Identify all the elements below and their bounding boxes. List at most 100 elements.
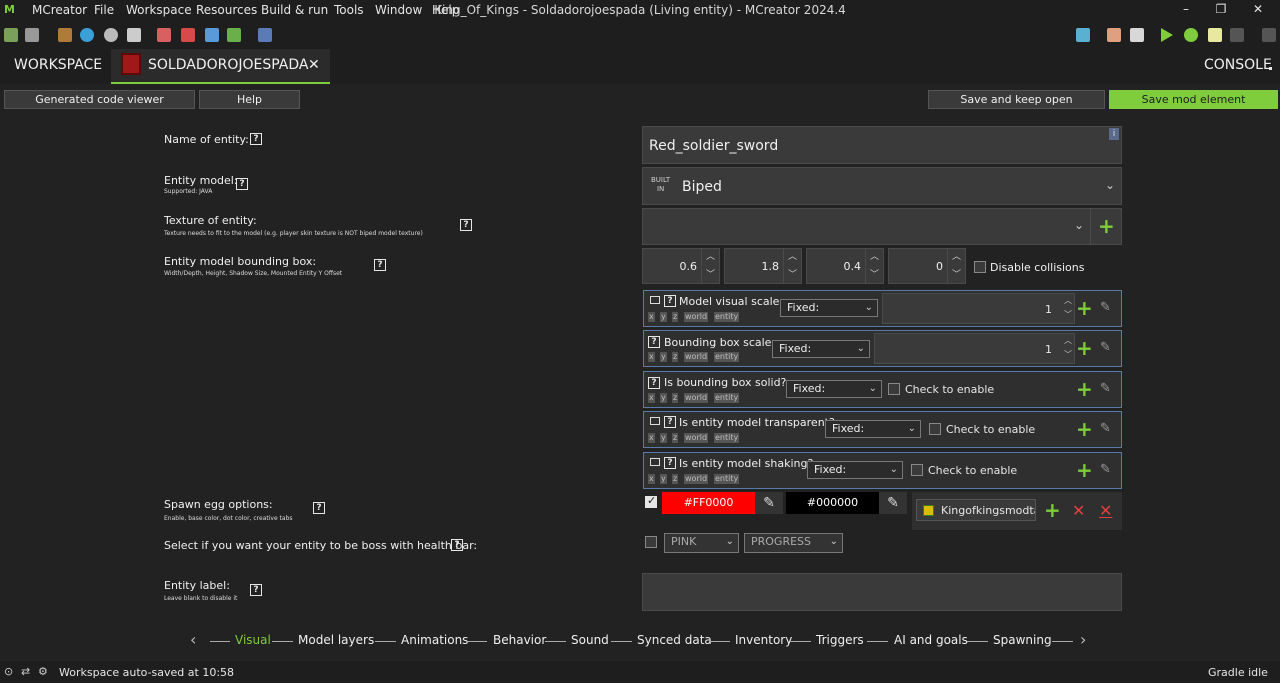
minimize-button[interactable]: – <box>1176 2 1196 18</box>
nav-ai-goals[interactable]: AI and goals <box>894 633 968 647</box>
texture-select[interactable]: ⌄ <box>642 208 1091 245</box>
boss-style-select[interactable]: PROGRESS ⌄ <box>744 533 843 553</box>
code-viewer-button[interactable]: Generated code viewer <box>4 90 195 109</box>
mode-select[interactable]: Fixed: ⌄ <box>772 340 870 358</box>
export-icon[interactable] <box>1208 28 1222 42</box>
save-icon[interactable] <box>127 28 141 42</box>
spawn-base-color-swatch[interactable]: #FF0000 <box>662 492 755 514</box>
add-procedure-icon[interactable]: + <box>1076 460 1093 480</box>
add-procedure-icon[interactable]: + <box>1076 298 1093 318</box>
entity-label-help-icon[interactable]: ? <box>250 584 262 596</box>
menu-tools[interactable]: Tools <box>334 3 364 17</box>
help-icon[interactable]: ? <box>648 336 660 348</box>
hammer-icon[interactable] <box>1130 28 1144 42</box>
nav-inventory[interactable]: Inventory <box>735 633 792 647</box>
sound-icon[interactable] <box>205 28 219 42</box>
browser-icon[interactable] <box>25 28 39 42</box>
bbox-shadow-spinner[interactable]: 0.4 ︿ ﹀ <box>806 248 884 284</box>
nav-synced-data[interactable]: Synced data <box>637 633 712 647</box>
mode-select[interactable]: Fixed: ⌄ <box>786 380 882 398</box>
creative-tab-chip[interactable]: Kingofkingsmodta <box>916 499 1036 521</box>
spinner-down-icon[interactable]: ﹀ <box>947 267 965 284</box>
spinner-down-icon[interactable]: ﹀ <box>865 267 883 284</box>
menu-workspace[interactable]: Workspace <box>126 3 192 17</box>
menu-help[interactable]: Help <box>432 3 459 17</box>
model-help-icon[interactable]: ? <box>236 178 248 190</box>
nav-triggers[interactable]: Triggers <box>816 633 864 647</box>
bbox-offset-spinner[interactable]: 0 ︿ ﹀ <box>888 248 966 284</box>
restore-button[interactable]: ❐ <box>1211 2 1231 18</box>
model-select[interactable]: BUILT IN Biped ⌄ <box>642 167 1122 205</box>
bbox-help-icon[interactable]: ? <box>374 259 386 271</box>
folder-icon[interactable] <box>1076 28 1090 42</box>
spinner-down-icon[interactable]: ﹀ <box>701 267 719 284</box>
nav-spawning[interactable]: Spawning <box>993 633 1052 647</box>
help-icon[interactable]: ? <box>664 457 676 469</box>
tab-workspace[interactable]: WORKSPACE <box>14 49 102 84</box>
edit-procedure-icon[interactable]: ✎ <box>1100 381 1111 396</box>
edit-procedure-icon[interactable]: ✎ <box>1100 340 1111 355</box>
name-field[interactable]: Red_soldier_sword i <box>642 126 1122 164</box>
spinner-down-icon[interactable]: ﹀ <box>783 267 801 284</box>
help-icon[interactable]: ? <box>664 416 676 428</box>
package-icon[interactable] <box>58 28 72 42</box>
spinner-down-icon[interactable]: ﹀ <box>1064 309 1072 320</box>
pencil-icon[interactable]: ✎ <box>879 492 907 514</box>
boss-color-select[interactable]: PINK ⌄ <box>664 533 739 553</box>
menu-window[interactable]: Window <box>375 3 422 17</box>
run-icon[interactable] <box>1161 28 1173 42</box>
entity-label-field[interactable] <box>642 573 1122 611</box>
help-icon[interactable]: ? <box>664 295 676 307</box>
add-procedure-icon[interactable]: + <box>1076 419 1093 439</box>
enable-checkbox[interactable] <box>929 423 941 435</box>
texture-help-icon[interactable]: ? <box>460 219 472 231</box>
workspace-icon[interactable] <box>4 28 18 42</box>
eraser-icon[interactable] <box>1107 28 1121 42</box>
close-window-button[interactable]: ✕ <box>1248 2 1268 18</box>
nav-behavior[interactable]: Behavior <box>493 633 546 647</box>
add-tab-icon[interactable]: + <box>1044 500 1061 520</box>
edit-procedure-icon[interactable]: ✎ <box>1100 462 1111 477</box>
tab-close-icon[interactable]: ✕ <box>308 49 320 84</box>
add-texture-button[interactable]: + <box>1090 208 1122 245</box>
menu-resources[interactable]: Resources <box>196 3 257 17</box>
add-procedure-icon[interactable]: + <box>1076 338 1093 358</box>
info-icon[interactable]: i <box>1109 128 1119 140</box>
value-spinner[interactable]: 1 ︿ ﹀ <box>882 293 1075 324</box>
tab-console[interactable]: CONSOLE <box>1204 49 1272 84</box>
settings-icon[interactable] <box>104 28 118 42</box>
add-procedure-icon[interactable]: + <box>1076 379 1093 399</box>
edit-procedure-icon[interactable]: ✎ <box>1100 421 1111 436</box>
spawn-dot-color-swatch[interactable]: #000000 <box>786 492 879 514</box>
gear-icon[interactable]: ⚙ <box>38 665 48 678</box>
save-element-button[interactable]: Save mod element <box>1109 90 1278 109</box>
spawn-help-icon[interactable]: ? <box>313 502 325 514</box>
mode-select[interactable]: Fixed: ⌄ <box>780 299 878 317</box>
edit-procedure-icon[interactable]: ✎ <box>1100 300 1111 315</box>
boss-help-icon[interactable]: ? <box>451 539 463 551</box>
help-button[interactable]: Help <box>199 90 300 109</box>
globe-icon[interactable] <box>80 28 94 42</box>
debug-icon[interactable] <box>1184 28 1198 42</box>
bbox-height-spinner[interactable]: 1.8 ︿ ﹀ <box>724 248 802 284</box>
nav-visual[interactable]: Visual <box>235 633 271 647</box>
structure-icon[interactable] <box>227 28 241 42</box>
mode-select[interactable]: Fixed: ⌄ <box>807 461 903 479</box>
animation-icon[interactable] <box>181 28 195 42</box>
name-help-icon[interactable]: ? <box>250 133 262 145</box>
nav-animations[interactable]: Animations <box>401 633 468 647</box>
menu-build-run[interactable]: Build & run <box>261 3 328 17</box>
variables-icon[interactable] <box>258 28 272 42</box>
sync-icon[interactable]: ⇄ <box>21 665 30 678</box>
tab-element-active[interactable]: SOLDADOROJOESPADA ✕ <box>111 49 330 84</box>
spinner-up-icon[interactable]: ︿ <box>1064 335 1072 346</box>
refresh-icon[interactable] <box>1262 28 1276 42</box>
spinner-up-icon[interactable]: ︿ <box>783 249 801 266</box>
save-keep-open-button[interactable]: Save and keep open <box>928 90 1105 109</box>
texture-icon[interactable] <box>157 28 171 42</box>
remove-tab-icon[interactable]: ✕ <box>1072 501 1085 520</box>
stop-icon[interactable] <box>1230 28 1244 42</box>
menu-file[interactable]: File <box>94 3 114 17</box>
clear-tabs-icon[interactable]: ✕ <box>1099 501 1112 520</box>
spinner-up-icon[interactable]: ︿ <box>865 249 883 266</box>
